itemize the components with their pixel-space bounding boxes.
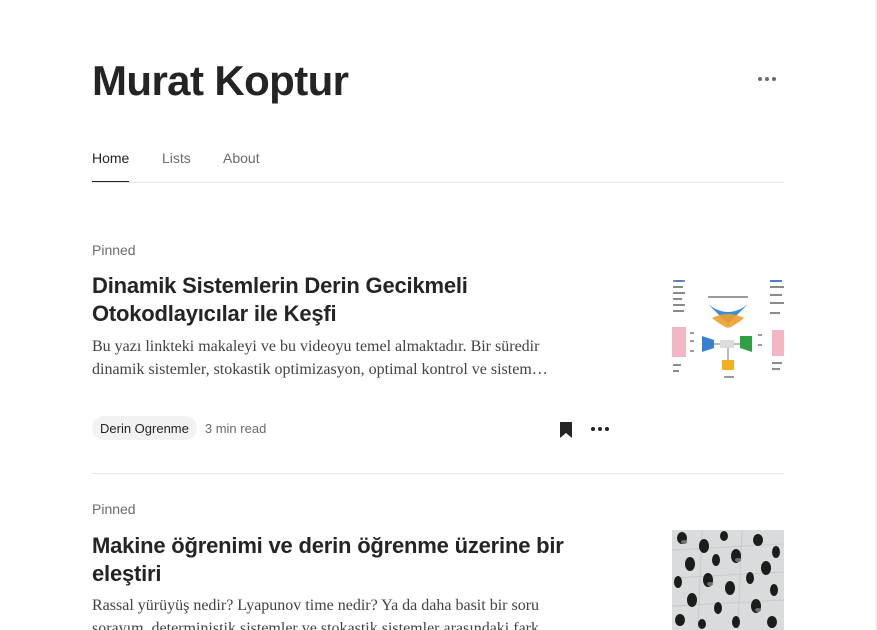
article-meta: Derin Ogrenme 3 min read	[92, 416, 612, 440]
article-title[interactable]: Makine öğrenimi ve derin öğrenme üzerine…	[92, 532, 592, 588]
article-title[interactable]: Dinamik Sistemlerin Derin Gecikmeli Otok…	[92, 272, 592, 328]
tab-home[interactable]: Home	[92, 150, 129, 166]
tab-lists[interactable]: Lists	[162, 150, 191, 166]
tab-about[interactable]: About	[223, 150, 260, 166]
article-more-icon[interactable]	[591, 424, 609, 434]
article-excerpt[interactable]: Bu yazı linkteki makaleyi ve bu videoyu …	[92, 335, 582, 381]
bookmark-icon[interactable]	[559, 421, 573, 439]
tag-chip[interactable]: Derin Ogrenme	[92, 416, 197, 440]
read-time: 3 min read	[204, 420, 267, 436]
active-tab-indicator	[92, 181, 129, 182]
author-name: Murat Koptur	[92, 57, 349, 104]
profile-tabs: Home Lists About	[92, 146, 784, 183]
profile-main: Murat Koptur Home Lists About Pinned Din…	[92, 0, 784, 630]
diagram-thumbnail-svg	[672, 272, 784, 384]
crowd-aerial-photo[interactable]	[672, 530, 784, 630]
article-divider	[92, 473, 784, 474]
autoencoder-diagram-image[interactable]	[672, 272, 784, 384]
pinned-label: Pinned	[92, 242, 136, 258]
article-excerpt[interactable]: Rassal yürüyüş nedir? Lyapunov time nedi…	[92, 594, 582, 630]
pinned-label: Pinned	[92, 501, 136, 517]
crowd-photo-svg	[672, 530, 784, 630]
profile-more-icon[interactable]	[756, 69, 778, 89]
